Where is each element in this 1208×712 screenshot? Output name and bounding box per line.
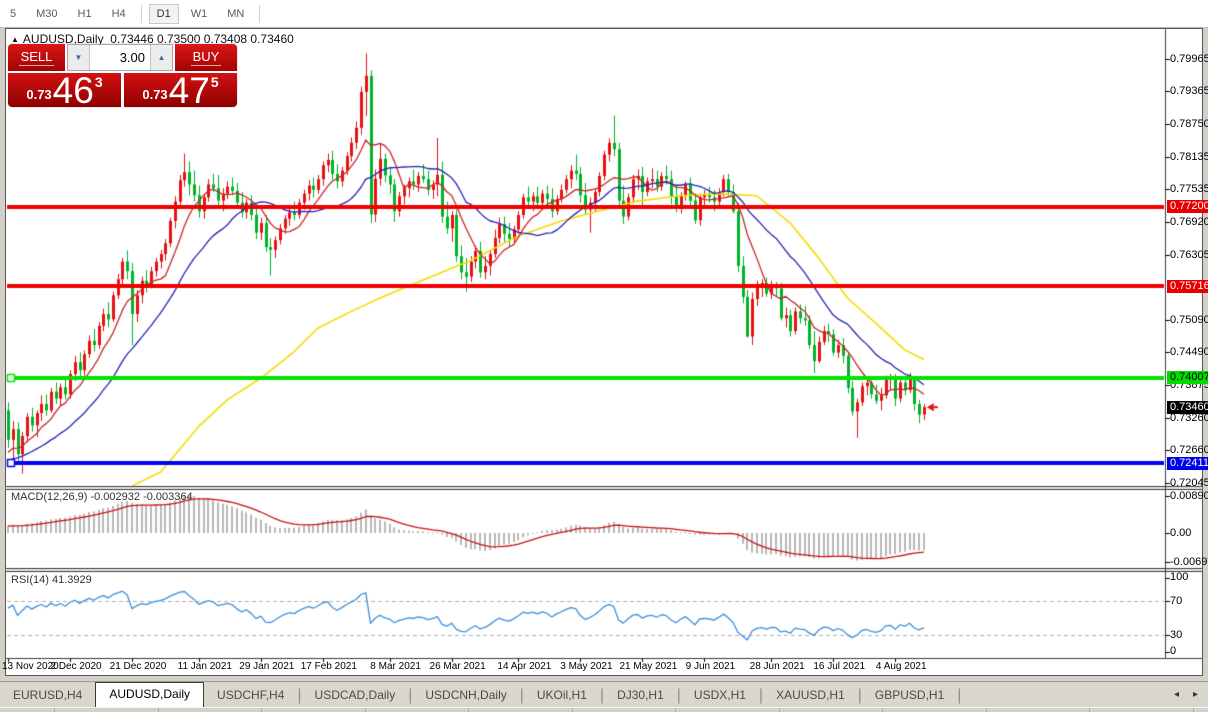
- tab-audusd-daily[interactable]: AUDUSD,Daily: [95, 682, 204, 707]
- status-divider: [1089, 708, 1090, 712]
- rsi-axis-tick: 70: [1170, 595, 1182, 607]
- date-axis-label: 21 Dec 2020: [110, 661, 167, 672]
- toolbar-separator: [141, 5, 142, 23]
- timeframe-button-h4[interactable]: H4: [104, 4, 134, 24]
- price-axis-tick: 0.78135: [1170, 151, 1208, 163]
- price-axis-tick: 0.72045: [1170, 477, 1208, 489]
- price-badge-0.74007: 0.74007: [1167, 371, 1208, 384]
- price-axis-tick: 0.74490: [1170, 346, 1208, 358]
- rsi-indicator-label: RSI(14) 41.3929: [11, 574, 92, 586]
- volume-input[interactable]: [90, 45, 150, 70]
- tab-usdchf-h4[interactable]: USDCHF,H4: [204, 685, 297, 707]
- timeframe-button-d1[interactable]: D1: [149, 4, 179, 24]
- macd-axis-tick: 0.00: [1170, 527, 1191, 539]
- chart-tab-bar: EURUSD,H4AUDUSD,DailyUSDCHF,H4 | USDCAD,Da…: [0, 681, 1208, 707]
- tab-ukoil-h1[interactable]: UKOil,H1: [524, 685, 600, 707]
- price-axis-tick: 0.79365: [1170, 85, 1208, 97]
- status-strip: [0, 707, 1208, 712]
- date-axis-label: 29 Jan 2021: [239, 661, 294, 672]
- tab-scroll-right-icon[interactable]: ▸: [1193, 689, 1198, 700]
- status-divider: [572, 708, 573, 712]
- status-divider: [158, 708, 159, 712]
- status-divider: [261, 708, 262, 712]
- timeframe-button-mn[interactable]: MN: [219, 4, 252, 24]
- tab-scroll-left-icon[interactable]: ◂: [1174, 689, 1179, 700]
- volume-spinner: ▼ ▲: [67, 44, 173, 71]
- status-divider: [365, 708, 366, 712]
- price-axis-tick: 0.76305: [1170, 249, 1208, 261]
- timeframe-button-h1[interactable]: H1: [70, 4, 100, 24]
- sell-button[interactable]: SELL: [8, 44, 65, 71]
- tab-gbpusd-h1[interactable]: GBPUSD,H1: [862, 685, 957, 707]
- tab-scroll-arrows: ◂▸: [1174, 689, 1198, 700]
- timeframe-button-m30[interactable]: M30: [28, 4, 65, 24]
- buy-price-prefix: 0.73: [142, 87, 167, 102]
- tab-usdcad-daily[interactable]: USDCAD,Daily: [302, 685, 409, 707]
- price-axis-tick: 0.75090: [1170, 314, 1208, 326]
- macd-axis-tick: 0.008903: [1170, 490, 1208, 502]
- sell-price-big: 46: [53, 74, 94, 107]
- date-axis-label: 26 Mar 2021: [430, 661, 486, 672]
- sell-price-tile[interactable]: 0.73 46 3: [8, 73, 121, 107]
- timeframe-toolbar: 5M30H1H4 D1W1MN: [0, 0, 1208, 28]
- rsi-axis-tick: 0: [1170, 645, 1176, 657]
- date-axis-label: 17 Feb 2021: [301, 661, 357, 672]
- rsi-axis-tick: 100: [1170, 571, 1188, 583]
- date-axis-label: 9 Jun 2021: [686, 661, 736, 672]
- volume-increase-button[interactable]: ▲: [150, 45, 172, 70]
- one-click-trade-panel: SELL ▼ ▲ BUY 0.73 46 3 0.73 47 5: [8, 44, 237, 107]
- volume-decrease-button[interactable]: ▼: [68, 45, 90, 70]
- timeframe-button-w1[interactable]: W1: [183, 4, 216, 24]
- triangle-down-icon: ▼: [75, 53, 83, 62]
- date-axis-label: 16 Jul 2021: [813, 661, 865, 672]
- date-axis-label: 3 May 2021: [560, 661, 612, 672]
- tab-dj30-h1[interactable]: DJ30,H1: [604, 685, 677, 707]
- sell-price-prefix: 0.73: [26, 87, 51, 102]
- date-axis-label: 28 Jun 2021: [750, 661, 805, 672]
- status-divider: [468, 708, 469, 712]
- macd-axis-tick: -0.006977: [1170, 556, 1208, 568]
- price-axis-tick: 0.79965: [1170, 53, 1208, 65]
- tab-separator: |: [957, 687, 961, 705]
- tab-xauusd-h1[interactable]: XAUUSD,H1: [763, 685, 858, 707]
- buy-button[interactable]: BUY: [175, 44, 237, 71]
- triangle-up-icon: ▲: [158, 53, 166, 62]
- status-divider: [882, 708, 883, 712]
- price-axis-tick: 0.77535: [1170, 183, 1208, 195]
- sell-price-sup: 3: [95, 74, 103, 90]
- date-axis-label: 14 Apr 2021: [497, 661, 551, 672]
- macd-indicator-label: MACD(12,26,9) -0.002932 -0.003364: [11, 491, 193, 503]
- tab-eurusd-h4[interactable]: EURUSD,H4: [0, 685, 95, 707]
- status-divider: [1193, 708, 1194, 712]
- price-axis-tick: 0.73260: [1170, 412, 1208, 424]
- tab-usdcnh-daily[interactable]: USDCNH,Daily: [412, 685, 519, 707]
- collapse-arrow-icon[interactable]: ▲: [11, 35, 19, 44]
- date-axis-label: 21 May 2021: [619, 661, 677, 672]
- price-badge-0.77200: 0.77200: [1167, 200, 1208, 213]
- buy-price-big: 47: [169, 74, 210, 107]
- buy-price-sup: 5: [211, 74, 219, 90]
- toolbar-separator: [259, 5, 260, 23]
- status-divider: [54, 708, 55, 712]
- rsi-axis-tick: 30: [1170, 629, 1182, 641]
- date-axis-label: 4 Aug 2021: [876, 661, 927, 672]
- status-divider: [779, 708, 780, 712]
- price-axis-tick: 0.76920: [1170, 216, 1208, 228]
- status-divider: [986, 708, 987, 712]
- status-divider: [675, 708, 676, 712]
- tab-usdx-h1[interactable]: USDX,H1: [681, 685, 759, 707]
- price-badge-0.73460: 0.73460: [1167, 401, 1208, 414]
- price-badge-0.72411: 0.72411: [1167, 457, 1208, 470]
- date-axis-label: 11 Jan 2021: [178, 661, 232, 672]
- price-axis-tick: 0.72660: [1170, 444, 1208, 456]
- timeframe-button-5[interactable]: 5: [2, 4, 24, 24]
- price-axis-tick: 0.78750: [1170, 118, 1208, 130]
- trading-platform-window: 5M30H1H4D1W1MN ▲AUDUSD,Daily 0.73446 0.7…: [0, 0, 1208, 712]
- price-badge-0.75716: 0.75716: [1167, 280, 1208, 293]
- date-axis-label: 2 Dec 2020: [50, 661, 101, 672]
- date-axis-label: 8 Mar 2021: [370, 661, 421, 672]
- buy-price-tile[interactable]: 0.73 47 5: [124, 73, 237, 107]
